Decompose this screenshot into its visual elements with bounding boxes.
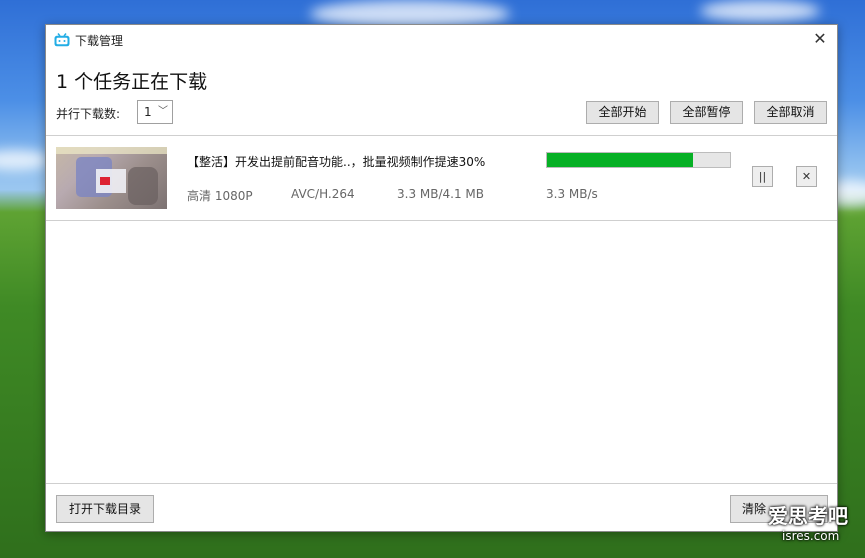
divider [46, 220, 837, 221]
task-progress-fill [547, 153, 694, 167]
parallel-downloads-select[interactable]: 1 ﹀ [137, 100, 173, 124]
page-heading: 1 个任务正在下载 [56, 71, 208, 93]
parallel-downloads-label: 并行下载数: [56, 107, 121, 121]
task-quality: 高清 1080P [187, 189, 253, 203]
pause-task-button[interactable]: || [752, 166, 773, 187]
download-manager-window: 下载管理 ✕ 1 个任务正在下载 并行下载数: 1 ﹀ 全部开始 全部暂停 全部… [45, 24, 838, 532]
start-all-button[interactable]: 全部开始 [586, 101, 659, 124]
watermark-line2: isres.com [782, 529, 840, 543]
task-progress-bar [546, 152, 731, 168]
video-thumbnail [56, 147, 167, 209]
cancel-all-button[interactable]: 全部取消 [754, 101, 827, 124]
open-download-folder-button[interactable]: 打开下载目录 [56, 495, 154, 523]
divider [46, 483, 837, 484]
watermark-line1: 爱思考吧 [768, 504, 848, 528]
window-title: 下载管理 [75, 34, 124, 48]
task-size: 3.3 MB/4.1 MB [397, 187, 485, 201]
close-window-button[interactable]: ✕ [811, 30, 829, 48]
close-icon: ✕ [801, 170, 812, 183]
parallel-downloads-value: 1 [144, 105, 152, 119]
pause-all-button[interactable]: 全部暂停 [670, 101, 743, 124]
site-watermark: 爱思考吧 isres.com [768, 500, 848, 543]
pause-icon: || [758, 170, 767, 183]
bilibili-tv-icon [54, 33, 70, 47]
chevron-down-icon: ﹀ [158, 106, 168, 117]
task-speed: 3.3 MB/s [546, 187, 598, 201]
cancel-task-button[interactable]: ✕ [796, 166, 817, 187]
title-bar: 下载管理 ✕ [46, 25, 837, 55]
download-task-row: 【整活】开发出提前配音功能..，批量视频制作提速30% 高清 1080P AVC… [46, 136, 837, 220]
task-codec: AVC/H.264 [291, 187, 355, 201]
task-title: 【整活】开发出提前配音功能..，批量视频制作提速30% [187, 155, 486, 169]
